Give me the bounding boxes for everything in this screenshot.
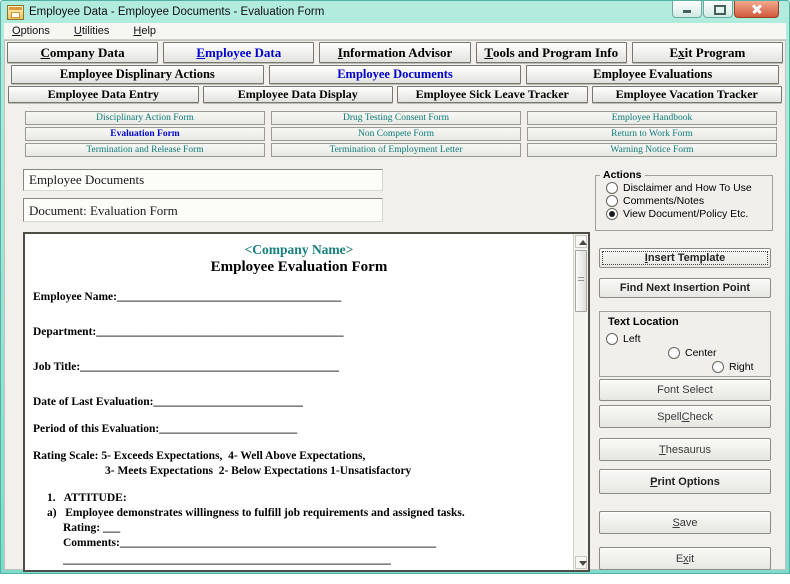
doc-field-date-last-evaluation: Date of Last Evaluation:________________…	[33, 395, 565, 410]
client-area: Company Data Employee Data Information A…	[4, 40, 786, 570]
font-select-button[interactable]: Font Select	[599, 379, 771, 401]
window-controls	[671, 1, 779, 18]
document-label: Document: Evaluation Form	[23, 198, 383, 222]
nav-row-employee-tools: Employee Data Entry Employee Data Displa…	[5, 86, 785, 103]
form-warning-notice[interactable]: Warning Notice Form	[527, 143, 777, 157]
tab-employee-data-entry[interactable]: Employee Data Entry	[8, 86, 199, 103]
doc-rating-scale-1: Rating Scale: 5- Exceeds Expectations, 4…	[33, 449, 565, 464]
radio-text-right[interactable]: Right	[712, 361, 754, 373]
doc-field-employee-name: Employee Name:__________________________…	[33, 290, 565, 305]
radio-circle-icon	[668, 347, 680, 359]
doc-field-period-evaluation: Period of this Evaluation:______________…	[33, 422, 565, 437]
form-disciplinary-action[interactable]: Disciplinary Action Form	[25, 111, 265, 125]
document-viewer[interactable]: <Company Name> Employee Evaluation Form …	[23, 232, 590, 572]
radio-circle-icon	[606, 208, 618, 220]
document-form-grid: Disciplinary Action Form Drug Testing Co…	[25, 111, 777, 157]
radio-comments-notes[interactable]: Comments/Notes	[596, 195, 772, 207]
scrollbar-thumb[interactable]	[575, 250, 587, 312]
actions-group-title: Actions	[600, 169, 645, 181]
document-scrollbar[interactable]	[573, 234, 588, 570]
insert-template-button[interactable]: Insert Template	[599, 248, 771, 268]
tab-employee-documents[interactable]: Employee Documents	[269, 65, 522, 84]
form-termination-employment-letter[interactable]: Termination of Employment Letter	[271, 143, 521, 157]
doc-section-attitude: 1. ATTITUDE:	[33, 491, 565, 506]
tab-employee-data[interactable]: Employee Data	[163, 42, 314, 63]
find-next-insertion-point-button[interactable]: Find Next Insertion Point	[599, 278, 771, 298]
scroll-down-icon[interactable]	[575, 556, 587, 569]
print-options-button[interactable]: Print Options	[599, 469, 771, 494]
doc-company-name: <Company Name>	[33, 241, 565, 258]
tab-employee-displinary-actions[interactable]: Employee Displinary Actions	[11, 65, 264, 84]
menu-options[interactable]: Options	[12, 25, 50, 37]
radio-text-center[interactable]: Center	[668, 347, 717, 359]
doc-item-a-comments: Comments:_______________________________…	[33, 536, 565, 551]
doc-field-department: Department:_____________________________…	[33, 325, 565, 340]
window-title: Employee Data - Employee Documents - Eva…	[29, 6, 324, 18]
form-non-compete[interactable]: Non Compete Form	[271, 127, 521, 141]
radio-view-document-policy[interactable]: View Document/Policy Etc.	[596, 208, 772, 220]
tab-employee-vacation-tracker[interactable]: Employee Vacation Tracker	[592, 86, 783, 103]
tab-company-data[interactable]: Company Data	[7, 42, 158, 63]
form-termination-release[interactable]: Termination and Release Form	[25, 143, 265, 157]
spell-check-button[interactable]: Spell Check	[599, 405, 771, 428]
save-button[interactable]: Save	[599, 511, 771, 534]
tab-employee-sick-leave-tracker[interactable]: Employee Sick Leave Tracker	[397, 86, 588, 103]
scroll-up-icon[interactable]	[575, 235, 587, 248]
doc-title: Employee Evaluation Form	[33, 258, 565, 276]
minimize-button[interactable]	[672, 1, 702, 18]
doc-item-b: b) Employee takes corrective action in r…	[33, 568, 565, 570]
title-bar: Employee Data - Employee Documents - Eva…	[1, 1, 789, 23]
radio-circle-icon	[606, 182, 618, 194]
form-drug-testing-consent[interactable]: Drug Testing Consent Form	[271, 111, 521, 125]
actions-group: Actions Disclaimer and How To Use Commen…	[595, 169, 773, 231]
close-button[interactable]	[734, 1, 779, 18]
section-label: Employee Documents	[23, 169, 383, 191]
form-evaluation[interactable]: Evaluation Form	[25, 127, 265, 141]
doc-item-a-rating: Rating: ___	[33, 521, 565, 536]
doc-item-a-comments-line2: ________________________________________…	[33, 553, 565, 568]
text-location-group: Text Location Left Center Right	[599, 311, 771, 377]
tab-information-advisor[interactable]: Information Advisor	[319, 42, 470, 63]
radio-text-left[interactable]: Left	[606, 333, 641, 345]
menu-utilities[interactable]: Utilities	[74, 25, 109, 37]
exit-button[interactable]: Exit	[599, 547, 771, 570]
maximize-button[interactable]	[703, 1, 733, 18]
tab-exit-program[interactable]: Exit Program	[632, 42, 783, 63]
tab-employee-data-display[interactable]: Employee Data Display	[203, 86, 394, 103]
app-icon	[7, 5, 24, 20]
doc-field-job-title: Job Title:______________________________…	[33, 360, 565, 375]
menu-help[interactable]: Help	[133, 25, 156, 37]
text-location-title: Text Location	[608, 316, 679, 328]
doc-rating-scale-2: 3- Meets Expectations 2- Below Expectati…	[33, 464, 565, 479]
doc-item-a: a) Employee demonstrates willingness to …	[33, 506, 565, 521]
radio-disclaimer-how-to-use[interactable]: Disclaimer and How To Use	[596, 182, 772, 194]
radio-circle-icon	[606, 333, 618, 345]
menu-bar: Options Utilities Help	[4, 23, 786, 40]
nav-row-main: Company Data Employee Data Information A…	[5, 42, 785, 63]
app-window: Employee Data - Employee Documents - Eva…	[0, 0, 790, 574]
radio-circle-icon	[712, 361, 724, 373]
form-return-to-work[interactable]: Return to Work Form	[527, 127, 777, 141]
thesaurus-button[interactable]: Thesaurus	[599, 438, 771, 461]
form-employee-handbook[interactable]: Employee Handbook	[527, 111, 777, 125]
nav-row-employee-sections: Employee Displinary Actions Employee Doc…	[5, 65, 785, 84]
radio-circle-icon	[606, 195, 618, 207]
document-content: <Company Name> Employee Evaluation Form …	[25, 234, 573, 570]
tab-employee-evaluations[interactable]: Employee Evaluations	[526, 65, 779, 84]
tab-tools-program-info[interactable]: Tools and Program Info	[476, 42, 627, 63]
